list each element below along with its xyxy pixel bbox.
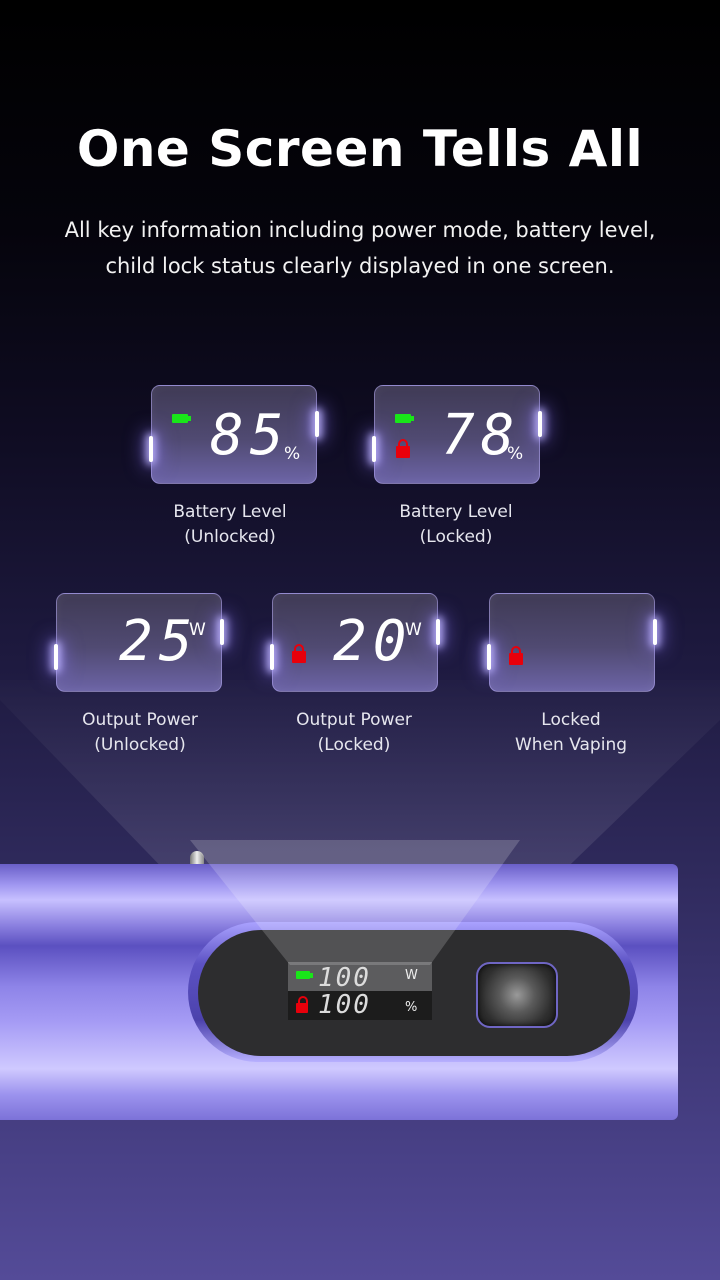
screen-battery-locked: 78 % <box>372 385 542 484</box>
screen-locked-vaping <box>487 593 657 692</box>
display-power-value: 100 <box>318 963 371 993</box>
screen-label: Locked When Vaping <box>471 708 671 758</box>
battery-icon <box>296 971 313 979</box>
device-display: 100 W 100 % <box>288 962 432 1020</box>
power-value: 20 <box>333 609 413 674</box>
unit-watt: W <box>189 620 206 640</box>
fire-button[interactable] <box>476 962 558 1028</box>
label-line-2: (Locked) <box>317 735 391 755</box>
device-rivet <box>190 851 204 865</box>
display-battery-value: 100 <box>318 990 371 1020</box>
screen-label: Output Power (Locked) <box>254 708 454 758</box>
glow-flare <box>538 411 542 437</box>
page-subtitle: All key information including power mode… <box>30 212 690 284</box>
label-line-1: Battery Level <box>399 502 513 522</box>
lock-icon <box>292 644 306 663</box>
unit-percent: % <box>507 444 524 464</box>
lock-icon <box>509 646 523 665</box>
label-line-1: Output Power <box>296 710 412 730</box>
subtitle-line-2: child lock status clearly displayed in o… <box>105 254 615 278</box>
screen-label: Battery Level (Locked) <box>356 500 556 550</box>
lock-icon <box>396 439 410 458</box>
screen-power-locked: 20 W <box>270 593 440 692</box>
label-line-2: (Unlocked) <box>184 527 276 547</box>
label-line-2: (Locked) <box>419 527 493 547</box>
screen-label: Output Power (Unlocked) <box>40 708 240 758</box>
glow-flare <box>149 436 153 462</box>
label-line-2: (Unlocked) <box>94 735 186 755</box>
subtitle-line-1: All key information including power mode… <box>64 218 656 242</box>
label-line-1: Battery Level <box>173 502 287 522</box>
battery-icon <box>172 414 191 423</box>
glow-flare <box>54 644 58 670</box>
glow-flare <box>270 644 274 670</box>
unit-watt: W <box>405 620 422 640</box>
glow-flare <box>487 644 491 670</box>
label-line-2: When Vaping <box>514 735 628 755</box>
glow-flare <box>372 436 376 462</box>
glow-flare <box>315 411 319 437</box>
label-line-1: Output Power <box>82 710 198 730</box>
screen-battery-unlocked: 85 % <box>149 385 319 484</box>
battery-value: 85 <box>210 403 290 468</box>
unit-percent: % <box>284 444 301 464</box>
power-value: 25 <box>119 609 199 674</box>
label-line-1: Locked <box>541 710 601 730</box>
glow-flare <box>436 619 440 645</box>
display-power-unit: W <box>405 968 418 983</box>
battery-icon <box>395 414 414 423</box>
page-title: One Screen Tells All <box>76 120 644 178</box>
glow-flare <box>220 619 224 645</box>
glow-flare <box>653 619 657 645</box>
screen-power-unlocked: 25 W <box>54 593 224 692</box>
screen-label: Battery Level (Unlocked) <box>130 500 330 550</box>
lock-icon <box>296 996 308 1013</box>
display-battery-unit: % <box>405 1000 418 1015</box>
